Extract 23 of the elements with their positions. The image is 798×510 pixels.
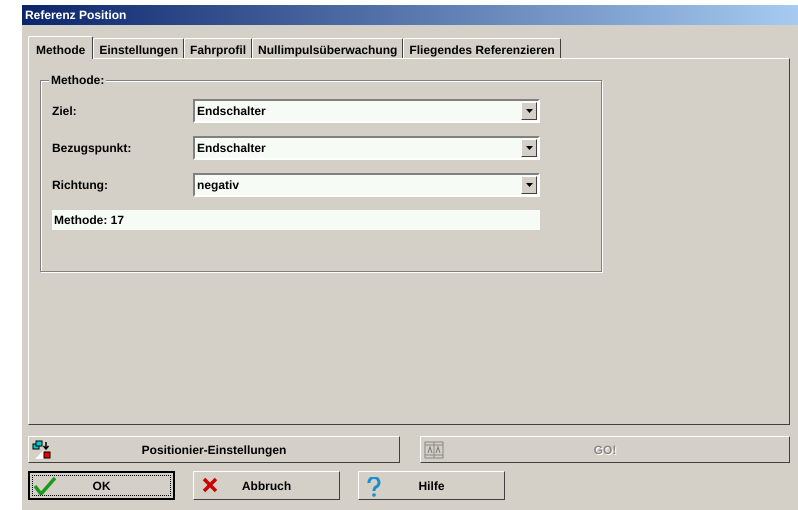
windows-arrow-icon: [32, 440, 52, 460]
status-field: Methode: 17: [52, 210, 540, 230]
group-title: Methode:: [49, 73, 106, 87]
dropdown[interactable]: Endschalter: [193, 136, 540, 160]
window-title: Referenz Position: [22, 5, 798, 25]
help-icon: [367, 477, 381, 497]
dropdown[interactable]: negativ: [193, 173, 540, 197]
ok-button[interactable]: OK: [28, 471, 175, 500]
tab[interactable]: Methode: [28, 36, 94, 59]
checkmark-icon: [34, 477, 56, 495]
help-button[interactable]: Hilfe: [358, 471, 505, 500]
film-frames-icon: [424, 440, 444, 460]
field-label: Bezugspunkt:: [52, 141, 132, 155]
tab[interactable]: Nullimpulsüberwachung: [252, 38, 404, 58]
close-icon: [202, 477, 218, 493]
cancel-button[interactable]: Abbruch: [193, 471, 340, 500]
field-label: Richtung:: [52, 178, 109, 192]
dropdown[interactable]: Endschalter: [193, 99, 540, 123]
tab[interactable]: Fahrprofil: [184, 38, 252, 58]
tab[interactable]: Einstellungen: [93, 38, 184, 58]
field-label: Ziel:: [52, 104, 78, 118]
settings-button[interactable]: Positionier-Einstellungen: [28, 436, 400, 463]
tab[interactable]: Fliegendes Referenzieren: [403, 38, 561, 58]
